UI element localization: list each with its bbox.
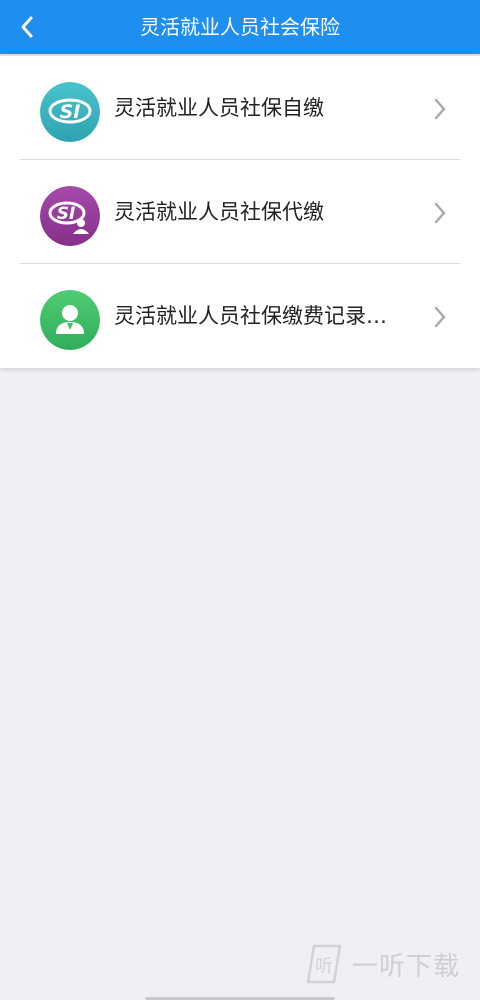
list-item-label: 灵活就业人员社保自缴: [114, 96, 324, 120]
list-item-label: 灵活就业人员社保代缴: [114, 200, 324, 224]
si-agent-icon: SI: [40, 186, 100, 246]
svg-text:SI: SI: [60, 101, 81, 123]
chevron-right-icon: [434, 98, 446, 120]
si-logo-icon: SI: [40, 82, 100, 142]
list-item-label: 灵活就业人员社保缴费记录…: [114, 304, 387, 328]
person-record-icon: [40, 290, 100, 350]
header-bar: 灵活就业人员社会保险: [0, 0, 480, 54]
page-title: 灵活就业人员社会保险: [140, 15, 340, 39]
watermark: 听 一听下载: [304, 942, 460, 986]
svg-text:听: 听: [315, 956, 333, 977]
list-item-agent-payment[interactable]: SI 灵活就业人员社保代缴: [0, 160, 480, 264]
list-item-payment-records[interactable]: 灵活就业人员社保缴费记录…: [0, 264, 480, 368]
menu-list: SI 灵活就业人员社保自缴 SI 灵活就业人员社保代缴 灵活就业人员社保缴费记录…: [0, 56, 480, 368]
chevron-right-icon: [434, 202, 446, 224]
watermark-text: 一听下载: [351, 951, 460, 982]
list-item-self-payment[interactable]: SI 灵活就业人员社保自缴: [0, 56, 480, 160]
chevron-right-icon: [434, 306, 446, 328]
watermark-logo-icon: 听: [306, 944, 342, 984]
svg-text:SI: SI: [57, 204, 76, 224]
